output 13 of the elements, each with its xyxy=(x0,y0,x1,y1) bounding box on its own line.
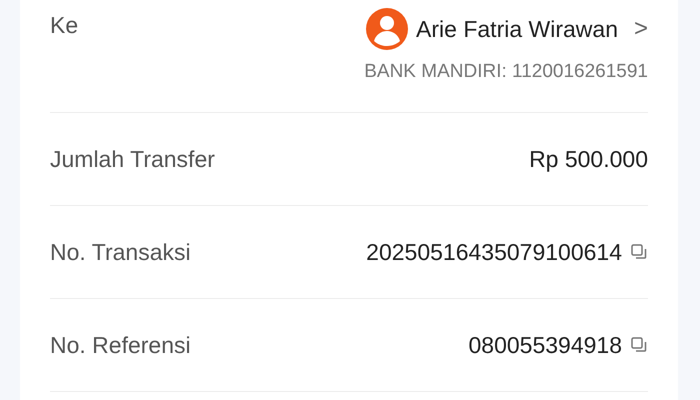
copy-icon[interactable] xyxy=(630,336,648,354)
field-label: Jumlah Transfer xyxy=(50,144,215,174)
field-value: 20250516435079100614 xyxy=(366,238,622,267)
chevron-icon[interactable]: > xyxy=(634,11,648,47)
field-label: No. Transaksi xyxy=(50,238,191,267)
field-label: Ke xyxy=(50,11,78,40)
recipient-name: Arie Fatria Wirawan xyxy=(416,14,618,44)
field-label: No. Referensi xyxy=(50,330,191,360)
field-value: Rp 500.000 xyxy=(529,144,648,174)
avatar-icon xyxy=(366,8,408,50)
account-number: BANK MANDIRI: 1120016261591 xyxy=(364,60,648,84)
field-value: 080055394918 xyxy=(468,330,622,360)
copy-icon[interactable] xyxy=(630,243,648,261)
